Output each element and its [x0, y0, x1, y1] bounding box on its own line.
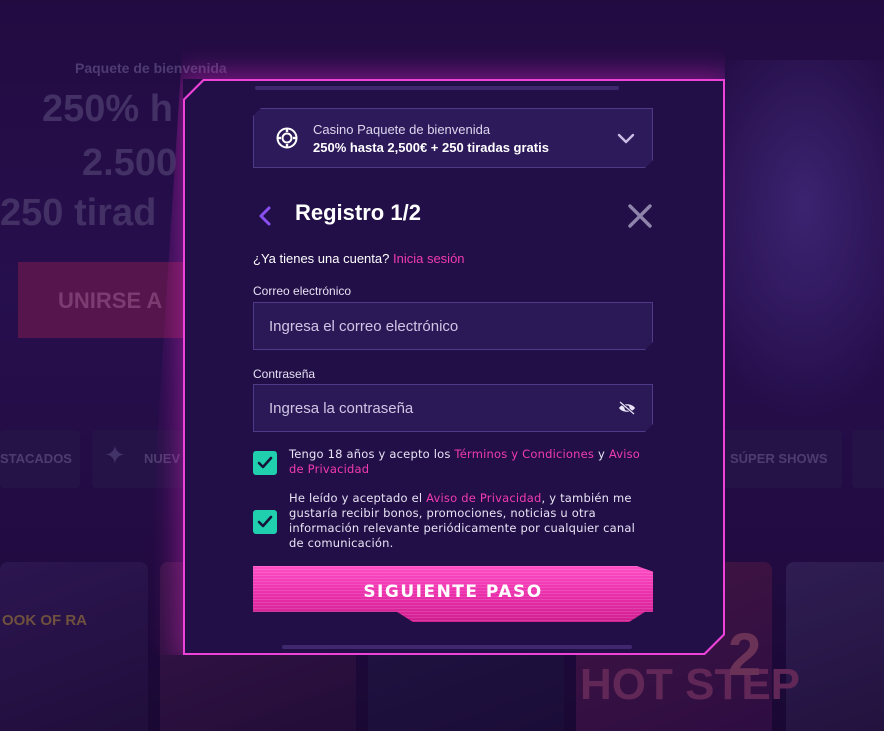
email-field[interactable] — [254, 303, 652, 349]
password-label: Contraseña — [253, 367, 316, 381]
bonus-title: Casino Paquete de bienvenida — [313, 122, 491, 137]
chevron-left-icon[interactable] — [254, 203, 276, 229]
welcome-bonus-selector[interactable]: Casino Paquete de bienvenida 250% hasta … — [253, 108, 653, 168]
chevron-down-icon — [616, 129, 636, 149]
email-label: Correo electrónico — [253, 284, 352, 298]
casino-chip-icon — [276, 127, 298, 149]
marketing-text-start: He leído y aceptado el — [289, 491, 427, 505]
bonus-description: 250% hasta 2,500€ + 250 tiradas gratis — [313, 140, 549, 155]
password-field-box — [253, 384, 653, 432]
modal-bottom-edge — [282, 645, 632, 649]
password-field[interactable] — [254, 385, 652, 431]
login-link[interactable]: Inicia sesión — [393, 251, 465, 266]
marketing-checkbox[interactable] — [253, 510, 277, 534]
terms-consent-text: Tengo 18 años y acepto los Términos y Co… — [289, 447, 649, 477]
checkmark-icon — [257, 515, 273, 528]
checkmark-icon — [257, 456, 273, 469]
terms-conditions-link[interactable]: Términos y Condiciones — [454, 447, 594, 461]
terms-text: Tengo 18 años y acepto los — [289, 447, 455, 461]
next-step-label: SIGUIENTE PASO — [363, 582, 543, 602]
page-title: Registro 1/2 — [295, 200, 421, 225]
eye-slash-icon[interactable] — [618, 401, 636, 415]
email-field-box — [253, 302, 653, 350]
login-prompt-text: ¿Ya tienes una cuenta? — [253, 251, 390, 266]
privacy-notice-link[interactable]: Aviso de Privacidad — [426, 491, 541, 505]
login-prompt: ¿Ya tienes una cuenta? Inicia sesión — [253, 251, 465, 266]
close-icon[interactable] — [626, 202, 654, 230]
terms-connector: y — [594, 447, 609, 461]
marketing-consent-text: He leído y aceptado el Aviso de Privacid… — [289, 491, 649, 551]
modal-top-edge — [255, 86, 619, 90]
terms-checkbox[interactable] — [253, 451, 277, 475]
